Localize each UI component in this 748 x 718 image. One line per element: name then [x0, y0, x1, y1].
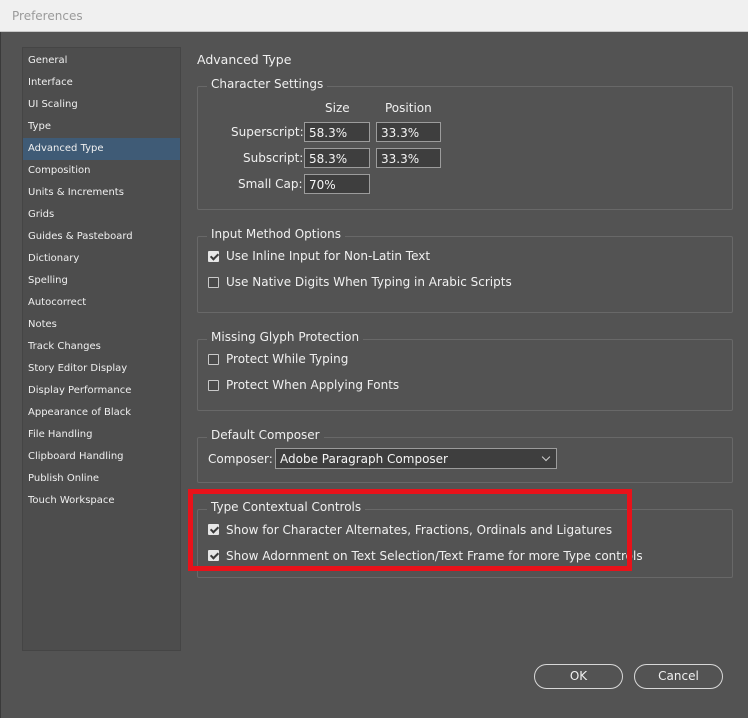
sidebar-item-notes[interactable]: Notes: [23, 314, 180, 336]
sidebar-item-interface[interactable]: Interface: [23, 72, 180, 94]
size-column-header: Size: [325, 101, 350, 115]
adornment-checkbox[interactable]: [208, 550, 219, 561]
sidebar-item-touch-workspace[interactable]: Touch Workspace: [23, 490, 180, 512]
sidebar-item-ui-scaling[interactable]: UI Scaling: [23, 94, 180, 116]
superscript-label: Superscript:: [231, 125, 304, 139]
default-composer-group: Default Composer Composer: Adobe Paragra…: [197, 428, 733, 483]
composer-label: Composer:: [208, 452, 273, 466]
sidebar-item-appearance-of-black[interactable]: Appearance of Black: [23, 402, 180, 424]
sidebar-item-units-increments[interactable]: Units & Increments: [23, 182, 180, 204]
title-bar: Preferences: [0, 0, 748, 32]
inline-input-label[interactable]: Use Inline Input for Non-Latin Text: [226, 249, 430, 263]
ok-button[interactable]: OK: [534, 664, 623, 689]
adornment-label[interactable]: Show Adornment on Text Selection/Text Fr…: [226, 549, 643, 563]
input-method-legend: Input Method Options: [207, 227, 346, 241]
protect-while-typing-label[interactable]: Protect While Typing: [226, 352, 348, 366]
sidebar-item-publish-online[interactable]: Publish Online: [23, 468, 180, 490]
sidebar-item-display-performance[interactable]: Display Performance: [23, 380, 180, 402]
sidebar-item-general[interactable]: General: [23, 50, 180, 72]
default-composer-legend: Default Composer: [207, 428, 324, 442]
composer-dropdown[interactable]: Adobe Paragraph Composer: [275, 448, 557, 469]
sidebar-item-spelling[interactable]: Spelling: [23, 270, 180, 292]
sidebar-item-clipboard-handling[interactable]: Clipboard Handling: [23, 446, 180, 468]
sidebar-item-file-handling[interactable]: File Handling: [23, 424, 180, 446]
sidebar-item-dictionary[interactable]: Dictionary: [23, 248, 180, 270]
character-alternates-checkbox[interactable]: [208, 524, 219, 535]
page-title: Advanced Type: [197, 52, 292, 67]
small-cap-label: Small Cap:: [238, 177, 303, 191]
position-column-header: Position: [385, 101, 432, 115]
sidebar-item-composition[interactable]: Composition: [23, 160, 180, 182]
superscript-position-field[interactable]: [376, 122, 441, 142]
sidebar-item-autocorrect[interactable]: Autocorrect: [23, 292, 180, 314]
character-settings-group: Character Settings Size Position Supersc…: [197, 77, 733, 210]
subscript-position-field[interactable]: [376, 148, 441, 168]
sidebar-item-type[interactable]: Type: [23, 116, 180, 138]
character-settings-legend: Character Settings: [207, 77, 328, 91]
missing-glyph-legend: Missing Glyph Protection: [207, 330, 364, 344]
sidebar-item-advanced-type[interactable]: Advanced Type: [23, 138, 180, 160]
composer-dropdown-value: Adobe Paragraph Composer: [280, 452, 448, 466]
sidebar-item-grids[interactable]: Grids: [23, 204, 180, 226]
missing-glyph-protection-group: Missing Glyph Protection Protect While T…: [197, 330, 733, 411]
sidebar-item-story-editor-display[interactable]: Story Editor Display: [23, 358, 180, 380]
type-contextual-controls-group: Type Contextual Controls Show for Charac…: [197, 500, 733, 578]
window-title: Preferences: [12, 9, 83, 23]
subscript-label: Subscript:: [243, 151, 304, 165]
sidebar: General Interface UI Scaling Type Advanc…: [22, 47, 181, 651]
sidebar-item-track-changes[interactable]: Track Changes: [23, 336, 180, 358]
protect-applying-fonts-label[interactable]: Protect When Applying Fonts: [226, 378, 399, 392]
chevron-down-icon: [541, 452, 551, 462]
protect-while-typing-checkbox[interactable]: [208, 354, 219, 365]
native-digits-label[interactable]: Use Native Digits When Typing in Arabic …: [226, 275, 512, 289]
sidebar-item-guides-pasteboard[interactable]: Guides & Pasteboard: [23, 226, 180, 248]
cancel-button[interactable]: Cancel: [634, 664, 723, 689]
native-digits-checkbox[interactable]: [208, 277, 219, 288]
inline-input-checkbox[interactable]: [208, 251, 219, 262]
subscript-size-field[interactable]: [304, 148, 370, 168]
input-method-options-group: Input Method Options Use Inline Input fo…: [197, 227, 733, 313]
small-cap-field[interactable]: [304, 174, 370, 194]
superscript-size-field[interactable]: [304, 122, 370, 142]
type-contextual-controls-legend: Type Contextual Controls: [207, 500, 366, 514]
protect-applying-fonts-checkbox[interactable]: [208, 380, 219, 391]
character-alternates-label[interactable]: Show for Character Alternates, Fractions…: [226, 523, 612, 537]
